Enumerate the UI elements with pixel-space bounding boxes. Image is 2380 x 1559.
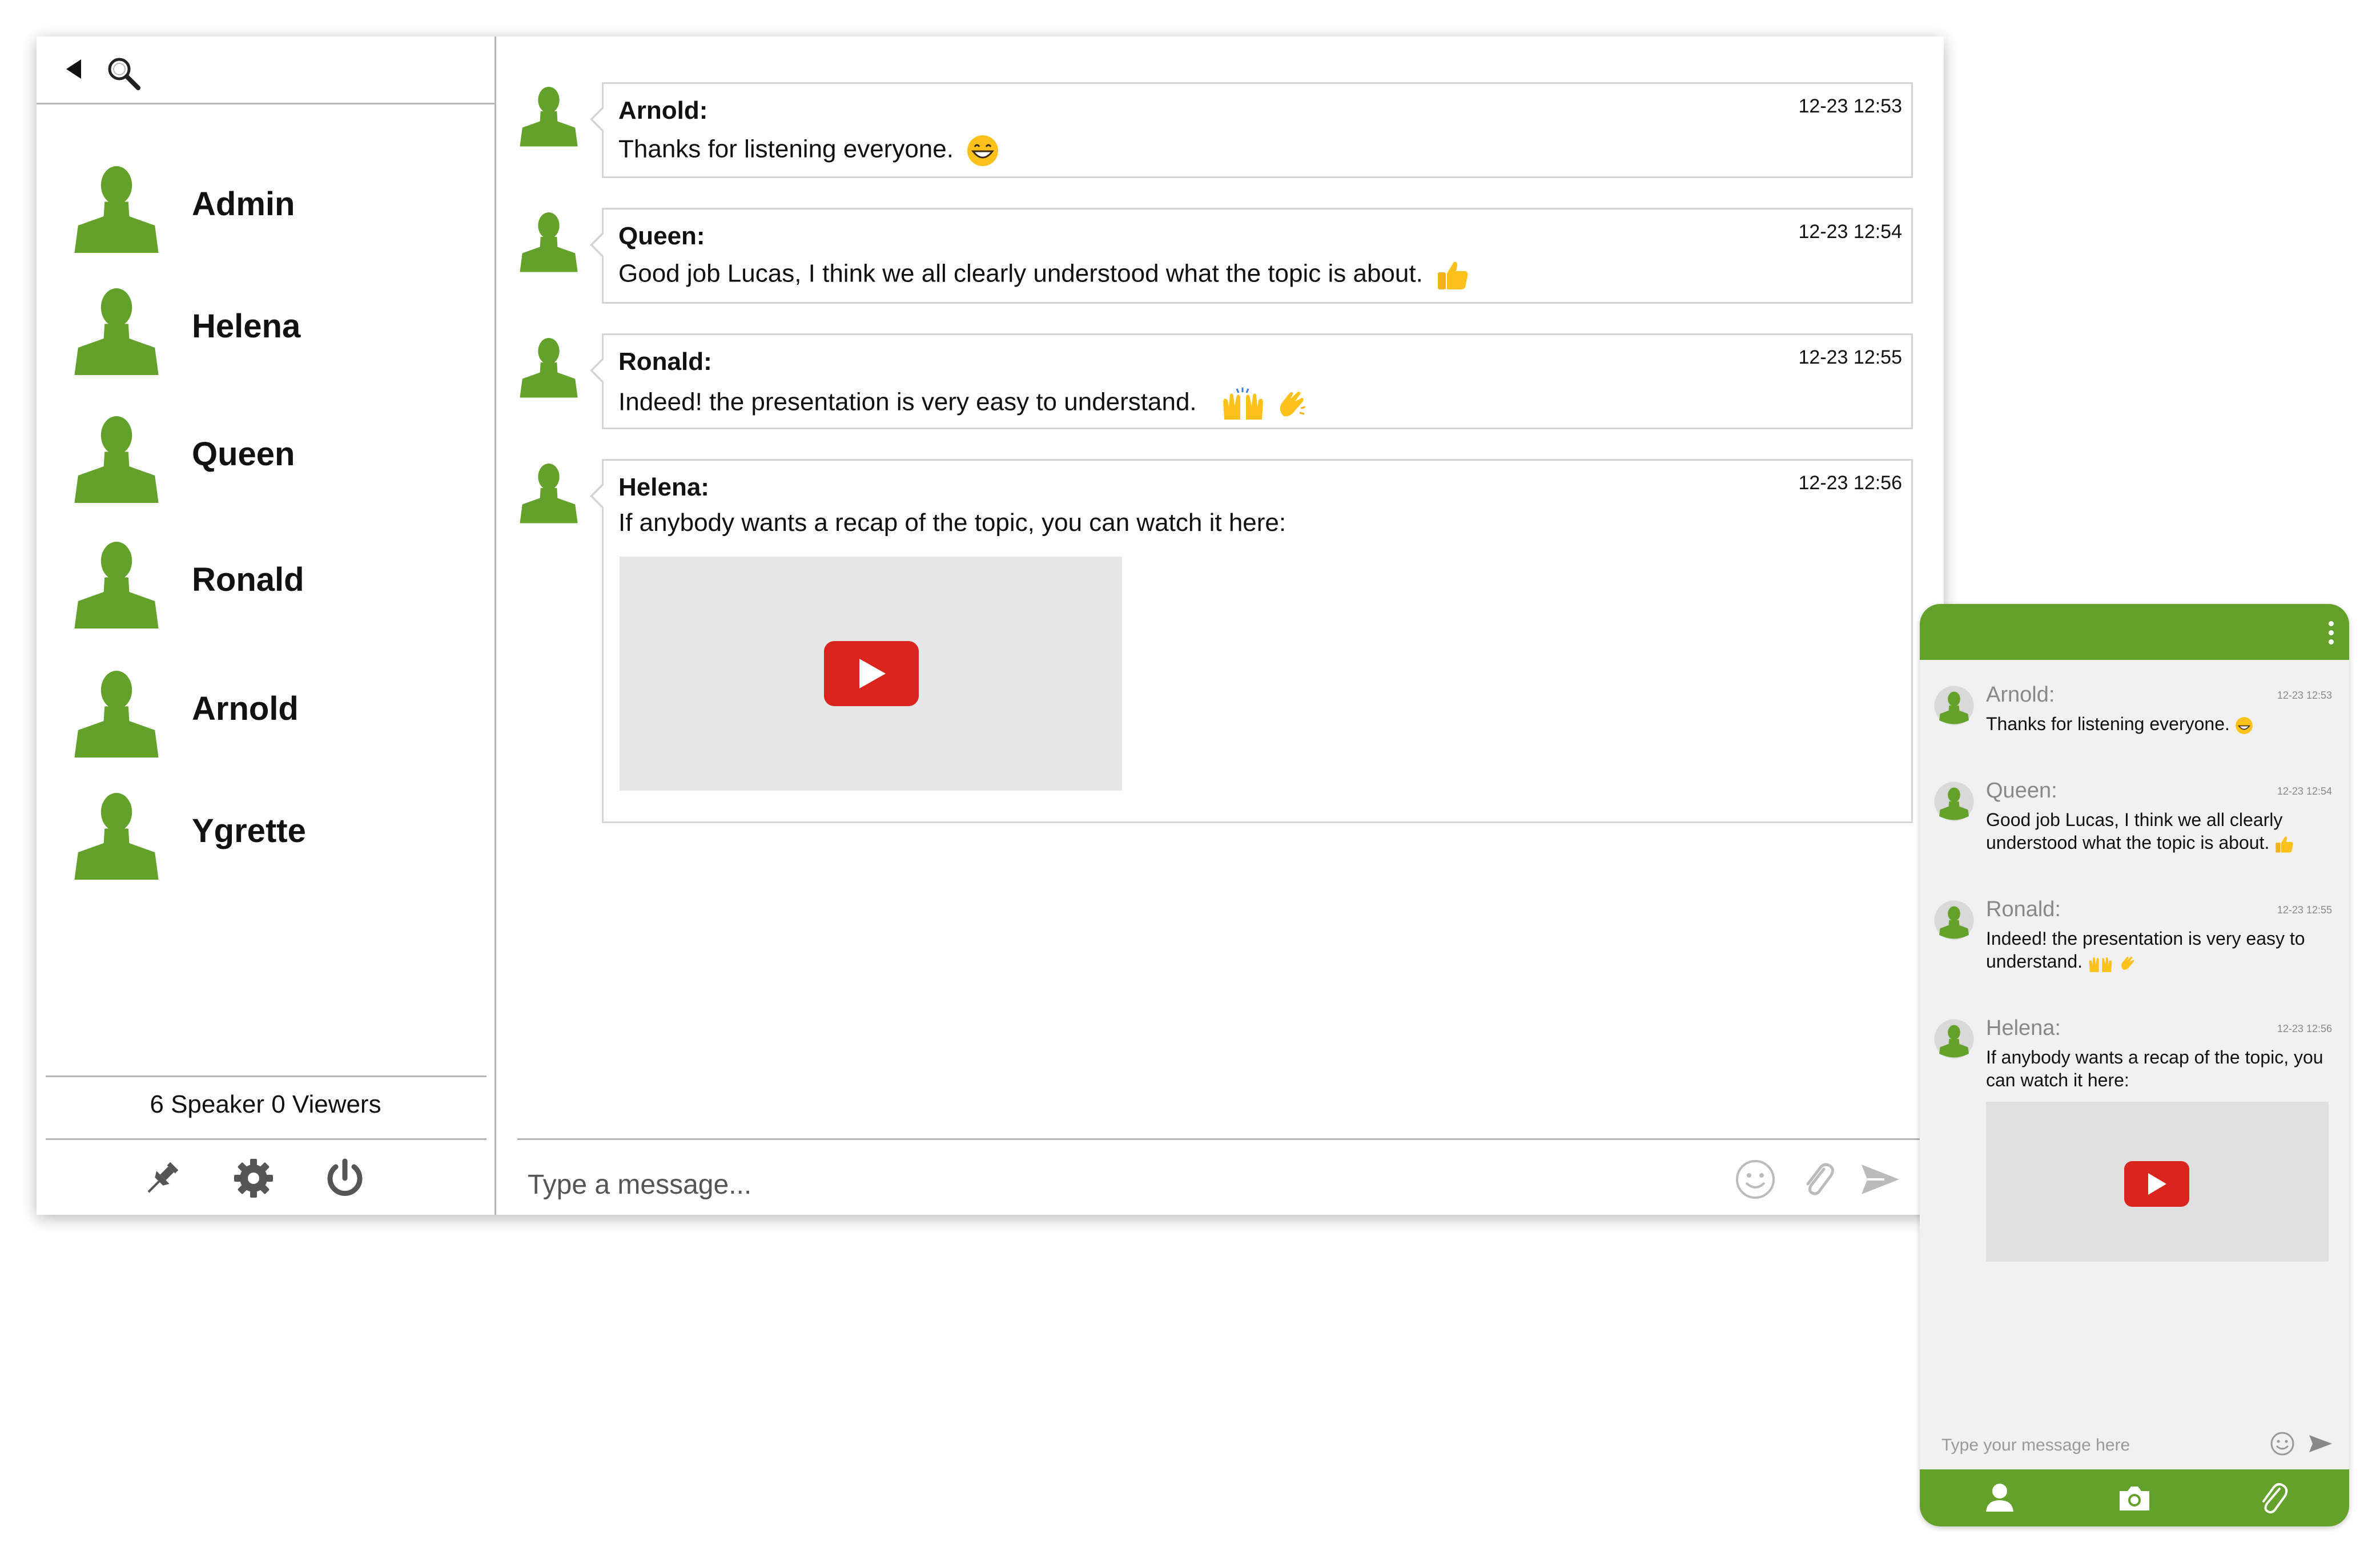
message-author: Arnold: xyxy=(618,96,708,124)
grinning-face-icon xyxy=(2235,716,2253,734)
paperclip-icon[interactable] xyxy=(2256,1480,2292,1516)
message-author: Ronald: xyxy=(1986,897,2061,921)
message-timestamp: 12-23 12:55 xyxy=(2277,904,2332,916)
back-arrow-icon[interactable] xyxy=(66,59,81,79)
participant-count: 6 Speaker 0 Viewers xyxy=(150,1090,381,1118)
avatar xyxy=(71,281,162,378)
message-bubble: Arnold: 12-23 12:53 Thanks for listening… xyxy=(590,82,1913,178)
clapping-hands-icon xyxy=(2121,956,2134,970)
smiley-icon[interactable] xyxy=(2268,1429,2297,1458)
contact-name: Helena xyxy=(192,308,301,345)
message-author: Ronald: xyxy=(618,348,712,376)
smiley-icon[interactable] xyxy=(1732,1157,1778,1202)
clapping-hands-icon xyxy=(1280,392,1306,417)
avatar xyxy=(71,534,162,631)
user-icon[interactable] xyxy=(1981,1480,2018,1516)
thumbs-up-icon xyxy=(1438,261,1468,289)
message-timestamp: 12-23 12:54 xyxy=(1798,221,1903,243)
video-thumbnail[interactable] xyxy=(620,557,1122,791)
message-text-row: Indeed! the presentation is very easy to… xyxy=(618,386,1308,421)
raised-hands-icon xyxy=(1223,388,1263,420)
message-timestamp: 12-23 12:53 xyxy=(2277,690,2332,701)
contact-name: Ygrette xyxy=(192,812,306,849)
message-timestamp: 12-23 12:54 xyxy=(2277,785,2332,797)
message-author: Helena: xyxy=(1986,1016,2061,1040)
send-icon[interactable] xyxy=(2306,1429,2334,1458)
message-bubble: Ronald: 12-23 12:55 Indeed! the presenta… xyxy=(590,333,1913,429)
contact-item[interactable]: Arnold xyxy=(71,663,471,766)
avatar xyxy=(517,333,580,399)
gear-icon[interactable] xyxy=(231,1155,276,1201)
contact-item[interactable]: Admin xyxy=(71,159,471,261)
avatar xyxy=(1933,1018,1975,1060)
contact-item[interactable]: Ygrette xyxy=(71,785,471,888)
play-button-icon[interactable] xyxy=(824,641,919,706)
raised-hands-icon xyxy=(2089,957,2112,972)
avatar xyxy=(71,785,162,883)
sidebar-toolbar xyxy=(37,37,495,104)
message-text: Indeed! the presentation is very easy to… xyxy=(618,388,1197,416)
contact-name: Arnold xyxy=(192,690,299,727)
message-text-row: Thanks for listening everyone. xyxy=(618,134,999,167)
grinning-face-icon xyxy=(967,135,999,166)
divider xyxy=(46,1138,487,1140)
avatar xyxy=(71,409,162,506)
divider xyxy=(46,1075,487,1077)
message-text-row: Indeed! the presentation is very easy to… xyxy=(1986,927,2329,973)
message-text-row: Good job Lucas, I think we all clearly u… xyxy=(618,257,1471,293)
contact-item[interactable]: Queen xyxy=(71,409,471,511)
message-bubble: Queen: 12-23 12:54 Good job Lucas, I thi… xyxy=(590,208,1913,304)
message-author: Helena: xyxy=(618,473,709,501)
message-timestamp: 12-23 12:56 xyxy=(1798,472,1903,494)
send-icon[interactable] xyxy=(1857,1157,1903,1202)
avatar xyxy=(517,459,580,525)
message-text: Indeed! the presentation is very easy to… xyxy=(1986,928,2305,972)
message-text: Good job Lucas, I think we all clearly u… xyxy=(618,259,1423,288)
desktop-chat-window: Admin Helena Queen Ronald Arnold Ygrette… xyxy=(37,37,1944,1215)
search-icon[interactable] xyxy=(104,54,144,94)
contact-item[interactable]: Helena xyxy=(71,281,471,384)
contact-item[interactable]: Ronald xyxy=(71,534,471,637)
mobile-header xyxy=(1920,604,2349,660)
avatar xyxy=(71,663,162,760)
contact-name: Ronald xyxy=(192,561,304,598)
paperclip-icon[interactable] xyxy=(1795,1157,1841,1202)
avatar xyxy=(517,82,580,148)
message-timestamp: 12-23 12:53 xyxy=(1798,95,1903,117)
contact-name: Admin xyxy=(192,186,295,223)
power-icon[interactable] xyxy=(322,1155,368,1201)
contact-name: Queen xyxy=(192,436,295,473)
message-text: If anybody wants a recap of the topic, y… xyxy=(1986,1047,2323,1090)
message-text: Good job Lucas, I think we all clearly u… xyxy=(1986,809,2283,853)
mobile-footer-bar xyxy=(1920,1469,2349,1526)
kebab-menu-icon[interactable] xyxy=(2329,621,2335,648)
avatar xyxy=(1933,685,1975,726)
avatar xyxy=(1933,781,1975,822)
message-text-row: Thanks for listening everyone. xyxy=(1986,712,2329,735)
contacts-sidebar: Admin Helena Queen Ronald Arnold Ygrette… xyxy=(37,37,496,1215)
play-button-icon[interactable] xyxy=(2124,1161,2189,1207)
video-thumbnail[interactable] xyxy=(1986,1102,2329,1262)
message-timestamp: 12-23 12:55 xyxy=(1798,347,1903,368)
message-text: Thanks for listening everyone. xyxy=(1986,714,2230,734)
message-author: Arnold: xyxy=(1986,683,2055,707)
message-bubble: Helena: 12-23 12:56 If anybody wants a r… xyxy=(590,459,1913,823)
message-input[interactable] xyxy=(526,1161,1614,1208)
message-text: If anybody wants a recap of the topic, y… xyxy=(618,509,1287,537)
message-author: Queen: xyxy=(618,222,705,250)
mobile-message-input[interactable] xyxy=(1940,1431,2262,1460)
avatar xyxy=(517,208,580,273)
mobile-chat-screen: Arnold: 12-23 12:53 Thanks for listening… xyxy=(1920,604,2349,1526)
camera-icon[interactable] xyxy=(2116,1480,2153,1516)
message-text-row: Good job Lucas, I think we all clearly u… xyxy=(1986,808,2329,855)
divider xyxy=(517,1138,1944,1140)
pin-icon[interactable] xyxy=(139,1155,185,1201)
avatar xyxy=(1933,900,1975,941)
thumbs-up-icon xyxy=(2276,836,2294,853)
message-text: Thanks for listening everyone. xyxy=(618,135,954,163)
avatar xyxy=(71,159,162,256)
message-author: Queen: xyxy=(1986,779,2057,803)
message-timestamp: 12-23 12:56 xyxy=(2277,1023,2332,1034)
